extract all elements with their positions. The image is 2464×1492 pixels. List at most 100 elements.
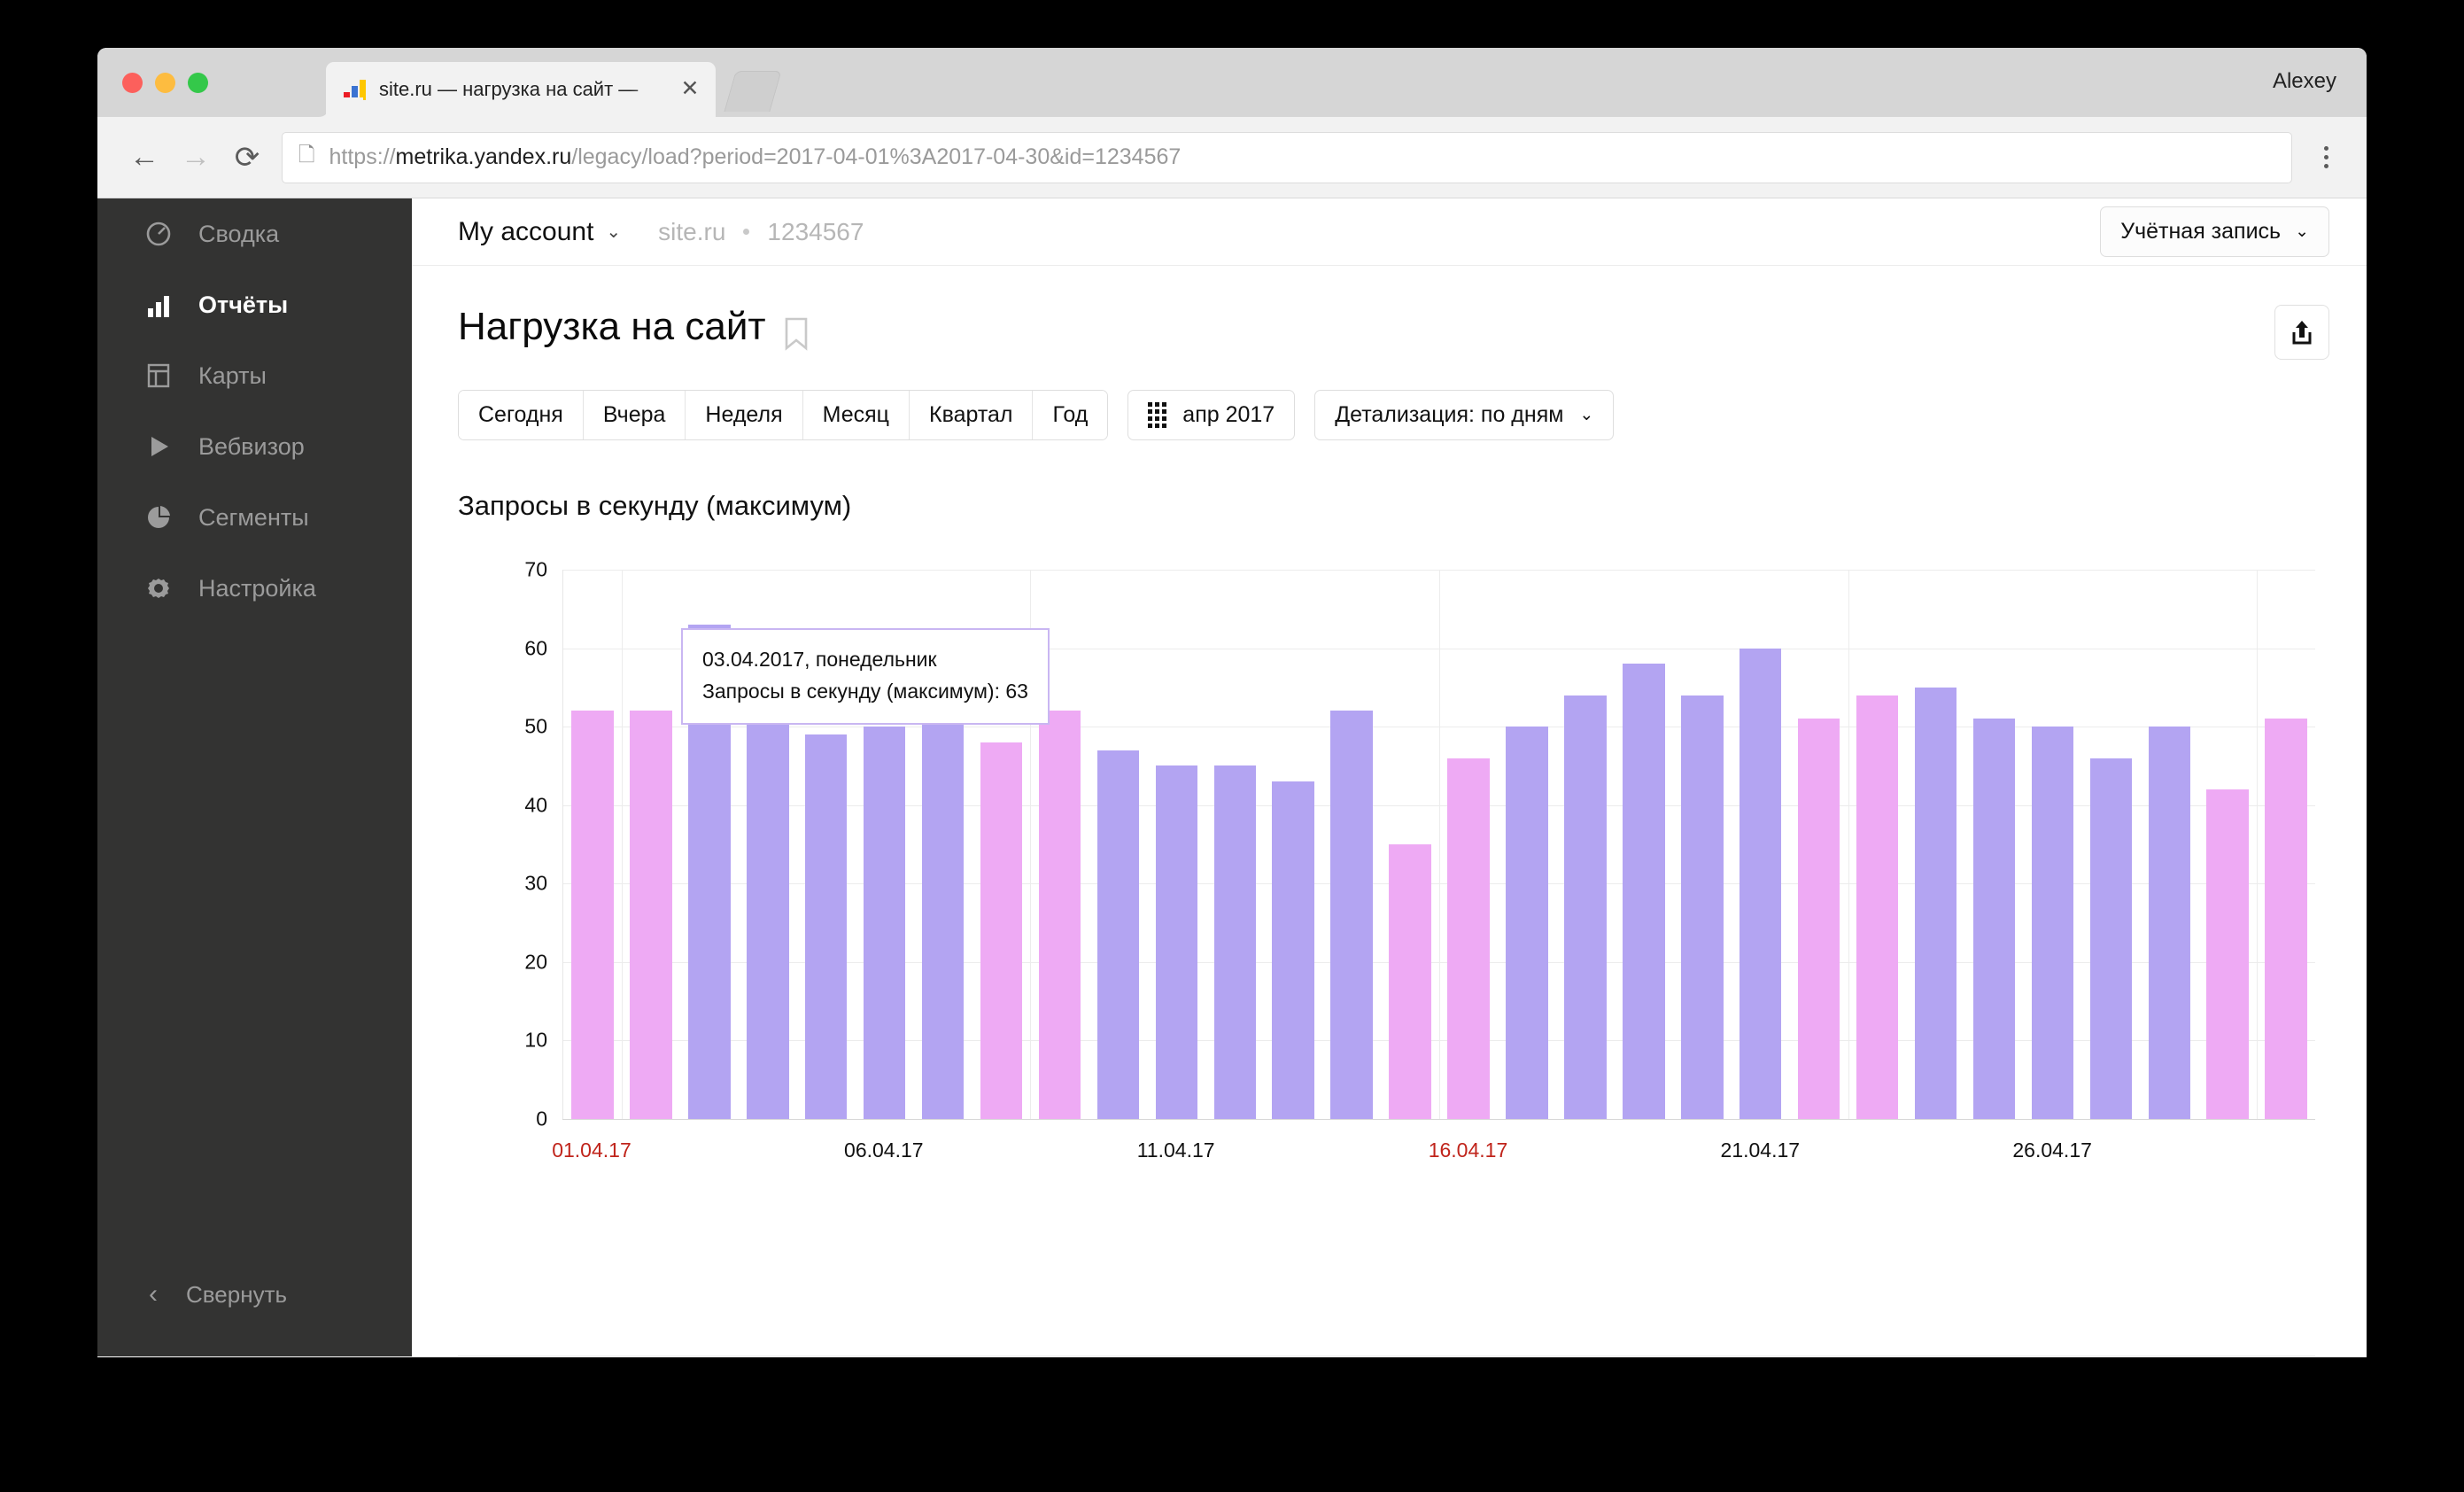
chart-bar-cell[interactable] — [2257, 570, 2315, 1119]
chart-bar[interactable] — [980, 742, 1023, 1119]
chart-bar-cell[interactable] — [1089, 570, 1147, 1119]
chevron-down-icon: ⌄ — [1579, 406, 1594, 424]
chart-bar-cell[interactable] — [1732, 570, 1790, 1119]
chart-bar-cell[interactable] — [1673, 570, 1732, 1119]
chart-bar[interactable] — [921, 695, 965, 1119]
browser-tab[interactable]: site.ru — нагрузка на сайт — ✕ — [326, 62, 716, 117]
chart-bar[interactable] — [747, 711, 789, 1119]
tooltip-date: 03.04.2017, понедельник — [702, 648, 937, 671]
site-meta: site.ru 1234567 — [658, 218, 864, 246]
detail-level-button[interactable]: Детализация: по дням ⌄ — [1314, 390, 1615, 440]
chart-bar[interactable] — [804, 734, 848, 1119]
maximize-window-button[interactable] — [188, 73, 208, 93]
chart-bar[interactable] — [1155, 765, 1198, 1119]
chart-bar[interactable] — [1797, 719, 1840, 1119]
share-icon — [2292, 321, 2312, 345]
chart-bar-cell[interactable] — [2198, 570, 2257, 1119]
url-host: metrika.yandex.ru — [395, 144, 572, 169]
counter-id: 1234567 — [767, 217, 864, 245]
chart-bar[interactable] — [1096, 750, 1140, 1119]
period-quarter[interactable]: Квартал — [910, 391, 1034, 439]
chart-bar[interactable] — [1972, 719, 2016, 1119]
chart-bar-cell[interactable] — [1498, 570, 1556, 1119]
site-domain[interactable]: site.ru — [658, 218, 725, 246]
chart-bar[interactable] — [2089, 758, 2133, 1119]
account-menu-button[interactable]: Учётная запись ⌄ — [2100, 206, 2329, 257]
chart-bar-cell[interactable] — [1205, 570, 1264, 1119]
sidebar-item-label: Настройка — [198, 574, 316, 602]
browser-menu-icon[interactable] — [2306, 146, 2345, 168]
sidebar-item-segmenty[interactable]: Сегменты — [97, 482, 412, 553]
account-switcher[interactable]: My account ⌄ — [458, 217, 621, 247]
chart-bar[interactable] — [2031, 727, 2074, 1119]
chart-bar-cell[interactable] — [1790, 570, 1848, 1119]
chart-bar[interactable] — [1623, 664, 1665, 1119]
chart-bar-cell[interactable] — [622, 570, 680, 1119]
chart-bar-cell[interactable] — [2023, 570, 2081, 1119]
new-tab-button[interactable] — [724, 71, 782, 112]
sidebar-collapse-button[interactable]: ‹ Свернуть — [97, 1259, 412, 1330]
period-week[interactable]: Неделя — [686, 391, 803, 439]
chart-bar-cell[interactable] — [1848, 570, 1907, 1119]
gear-icon — [143, 573, 174, 603]
period-today[interactable]: Сегодня — [459, 391, 584, 439]
chart-bar-cell[interactable] — [1322, 570, 1381, 1119]
chart-bar[interactable] — [1447, 758, 1490, 1119]
chart-bar[interactable] — [1914, 687, 1957, 1119]
calendar-button[interactable]: апр 2017 — [1127, 390, 1296, 440]
chart-bar-cell[interactable] — [1615, 570, 1673, 1119]
period-year[interactable]: Год — [1033, 391, 1108, 439]
y-axis-tick-label: 40 — [524, 793, 547, 817]
chart-bar-cell[interactable] — [1381, 570, 1439, 1119]
chart-bar[interactable] — [1856, 695, 1899, 1119]
favicon-icon — [344, 79, 367, 100]
chart-bar[interactable] — [1739, 648, 1782, 1119]
reload-button[interactable]: ⟳ — [221, 132, 273, 183]
play-icon — [143, 431, 174, 462]
chart-bar[interactable] — [1506, 727, 1548, 1119]
chart-bar-cell[interactable] — [2140, 570, 2198, 1119]
chart-bar[interactable] — [2206, 789, 2249, 1119]
period-yesterday[interactable]: Вчера — [583, 391, 686, 439]
period-month[interactable]: Месяц — [802, 391, 910, 439]
bookmark-icon[interactable] — [784, 317, 809, 355]
pie-chart-icon — [143, 502, 174, 532]
chart-bar[interactable] — [1272, 781, 1314, 1119]
maps-icon — [143, 361, 174, 391]
chart-bar[interactable] — [1681, 695, 1724, 1119]
chart-bar[interactable] — [630, 711, 672, 1119]
close-window-button[interactable] — [122, 73, 143, 93]
address-bar[interactable]: 🗋 https://metrika.yandex.ru/legacy/load?… — [282, 131, 2292, 183]
chart-bar-cell[interactable] — [1264, 570, 1322, 1119]
main-content: My account ⌄ site.ru 1234567 Учётная зап… — [412, 198, 2367, 1356]
share-button[interactable] — [2274, 305, 2329, 360]
sidebar-item-svodka[interactable]: Сводка — [97, 198, 412, 269]
close-tab-icon[interactable]: ✕ — [677, 76, 703, 103]
chart-bar-cell[interactable] — [1907, 570, 1965, 1119]
forward-button[interactable]: → — [170, 132, 221, 183]
chart-bar-cell[interactable] — [1147, 570, 1205, 1119]
chart-bar[interactable] — [1564, 695, 1607, 1119]
sidebar-item-nastroyka[interactable]: Настройка — [97, 553, 412, 624]
profile-name[interactable]: Alexey — [2273, 69, 2336, 94]
chart-bar-cell[interactable] — [563, 570, 622, 1119]
chart-bar[interactable] — [2148, 727, 2191, 1119]
chart-bar-cell[interactable] — [2081, 570, 2140, 1119]
chart-bar-cell[interactable] — [1965, 570, 2024, 1119]
chart-bar[interactable] — [571, 711, 614, 1119]
chart-bar[interactable] — [1038, 711, 1081, 1119]
chart-bar-cell[interactable] — [1439, 570, 1498, 1119]
minimize-window-button[interactable] — [155, 73, 175, 93]
chart-bar[interactable] — [1389, 844, 1431, 1119]
x-axis-tick-label: 11.04.17 — [1136, 1138, 1215, 1162]
back-button[interactable]: ← — [119, 132, 170, 183]
chart-bar[interactable] — [2265, 719, 2307, 1119]
chart-bar-cell[interactable] — [1556, 570, 1615, 1119]
chart-bar[interactable] — [1330, 711, 1373, 1119]
chart-bar[interactable] — [1213, 765, 1257, 1119]
sidebar-item-otchety[interactable]: Отчёты — [97, 269, 412, 340]
chart-bar[interactable] — [863, 727, 906, 1119]
sidebar-item-vebvizor[interactable]: Вебвизор — [97, 411, 412, 482]
sidebar-item-karty[interactable]: Карты — [97, 340, 412, 411]
sidebar-item-label: Карты — [198, 361, 267, 389]
